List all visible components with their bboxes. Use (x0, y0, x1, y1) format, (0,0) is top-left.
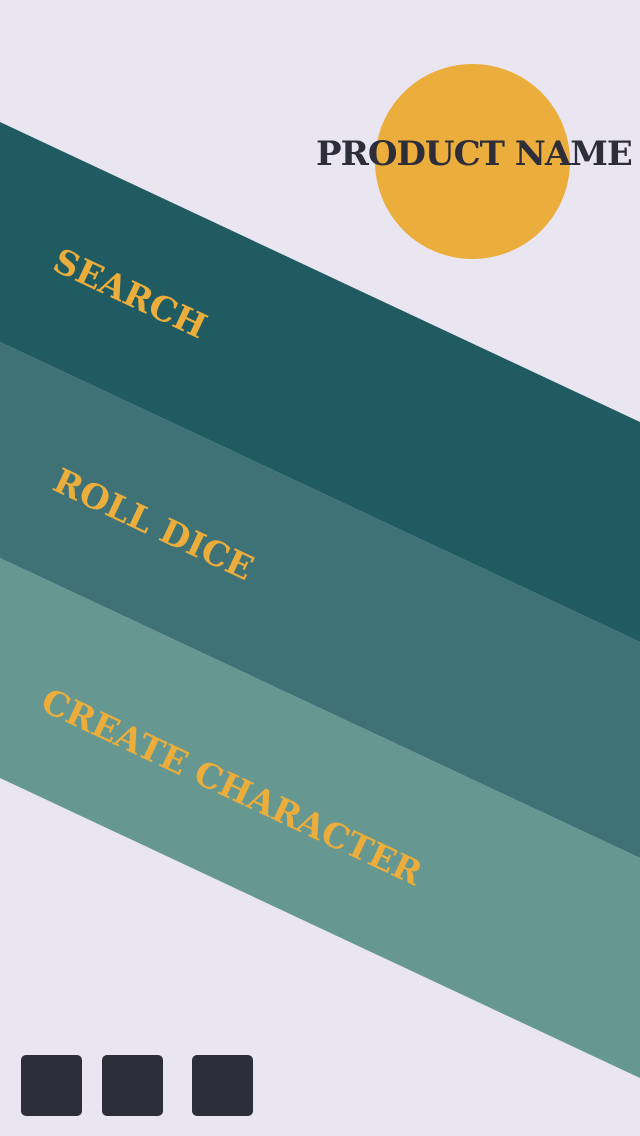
bottom-button-2[interactable] (102, 1055, 163, 1116)
bottom-button-1[interactable] (21, 1055, 82, 1116)
bottom-button-3[interactable] (192, 1055, 253, 1116)
product-name-title: PRODUCT NAME (316, 134, 633, 174)
